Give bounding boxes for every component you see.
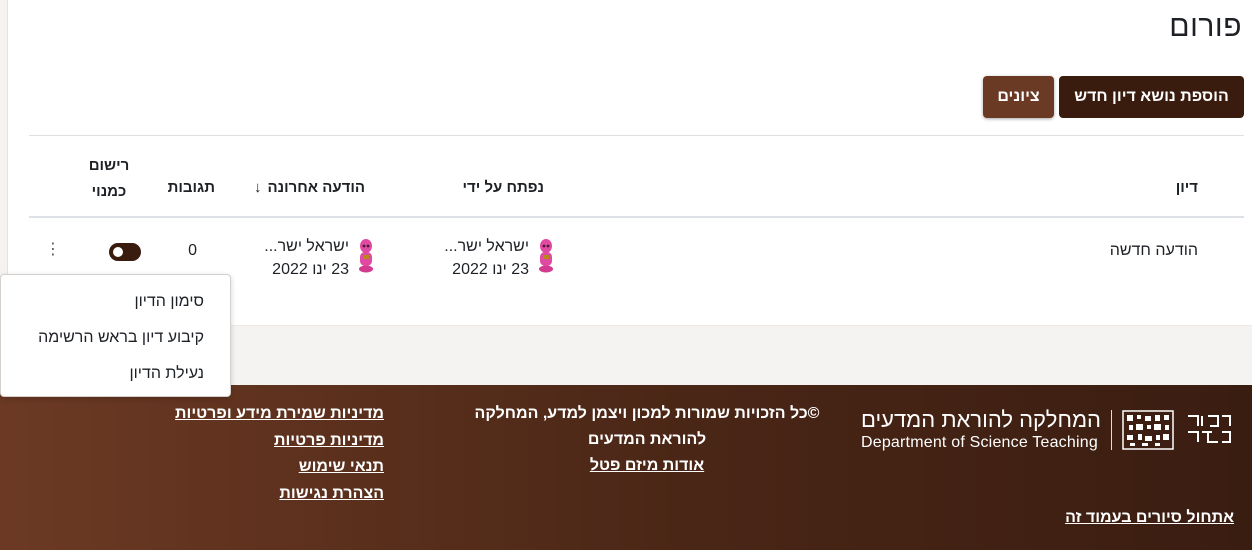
header-discussion[interactable]: דיון (1176, 179, 1198, 196)
menu-item-mark-discussion[interactable]: סימון הדיון (1, 284, 230, 320)
footer-links: מדיניות שמירת מידע ופרטיות מדיניות פרטיו… (175, 401, 384, 507)
header-last-post[interactable]: הודעה אחרונה ↓ (254, 179, 365, 196)
site-footer: המחלקה להוראת המדעים Department of Scien… (0, 385, 1252, 550)
logo-english-text: Department of Science Teaching (860, 434, 1098, 451)
menu-item-pin-discussion[interactable]: קיבוע דיון בראש הרשימה (1, 320, 230, 356)
privacy-policy-link[interactable]: מדיניות פרטיות (175, 428, 384, 455)
reset-tours-link[interactable]: אתחול סיורים בעמוד זה (1065, 509, 1234, 527)
subscribe-toggle[interactable] (109, 243, 141, 261)
grades-button[interactable]: ציונים (983, 76, 1054, 118)
sort-down-icon: ↓ (254, 179, 262, 196)
weizmann-logo-icon (1188, 415, 1231, 443)
forum-page: פורום הוספת נושא דיון חדש ציונים דיון נפ… (0, 0, 1252, 550)
header-subscribe: רישום כמנוי (79, 153, 139, 205)
logo-separator (1111, 410, 1112, 450)
pattern-logo-icon (1122, 410, 1174, 450)
user-avatar-icon (359, 239, 373, 273)
last-post-date[interactable]: 23 ינו 2022 (264, 258, 349, 281)
header-started-by[interactable]: נפתח על ידי (463, 179, 544, 196)
copyright-line1: ©כל הזכויות שמורות למכון ויצמן למדע, המח… (474, 405, 820, 422)
about-link[interactable]: אודות מיזם פטל (590, 457, 704, 474)
started-by-name[interactable]: ישראל ישר... (444, 235, 529, 258)
topic-link[interactable]: הודעה חדשה (1110, 242, 1198, 260)
copyright: ©כל הזכויות שמורות למכון ויצמן למדע, המח… (467, 401, 827, 479)
started-by-cell: ישראל ישר... 23 ינו 2022 (444, 235, 557, 281)
header-subscribe-line1: רישום (88, 157, 130, 174)
privacy-retention-link[interactable]: מדיניות שמירת מידע ופרטיות (175, 401, 384, 428)
menu-item-lock-discussion[interactable]: נעילת הדיון (1, 356, 230, 392)
logo-text: המחלקה להוראת המדעים Department of Scien… (861, 407, 1101, 453)
table-header: דיון נפתח על ידי הודעה אחרונה ↓ תגובות רי… (29, 136, 1244, 218)
replies-count[interactable]: 0 (188, 242, 197, 260)
user-avatar-icon (539, 239, 553, 273)
add-topic-button[interactable]: הוספת נושא דיון חדש (1059, 76, 1244, 118)
header-last-post-label: הודעה אחרונה (267, 179, 365, 196)
last-post-name[interactable]: ישראל ישר... (264, 235, 349, 258)
terms-of-use-link[interactable]: תנאי שימוש (175, 454, 384, 481)
department-logo[interactable]: המחלקה להוראת המדעים Department of Scien… (861, 407, 1234, 453)
copyright-line2: להוראת המדעים (587, 431, 707, 448)
more-actions-icon[interactable]: ⋮ (45, 240, 61, 260)
header-replies[interactable]: תגובות (168, 179, 215, 196)
started-by-date: 23 ינו 2022 (452, 261, 529, 278)
page-title: פורום (1169, 10, 1242, 43)
discussion-actions-menu: סימון הדיון קיבוע דיון בראש הרשימה נעילת… (0, 274, 231, 397)
header-subscribe-line2: כמנוי (91, 183, 127, 200)
accessibility-statement-link[interactable]: הצהרת נגישות (175, 481, 384, 508)
last-post-cell: ישראל ישר... 23 ינו 2022 (264, 235, 377, 281)
logo-hebrew-text: המחלקה להוראת המדעים (860, 407, 1101, 432)
